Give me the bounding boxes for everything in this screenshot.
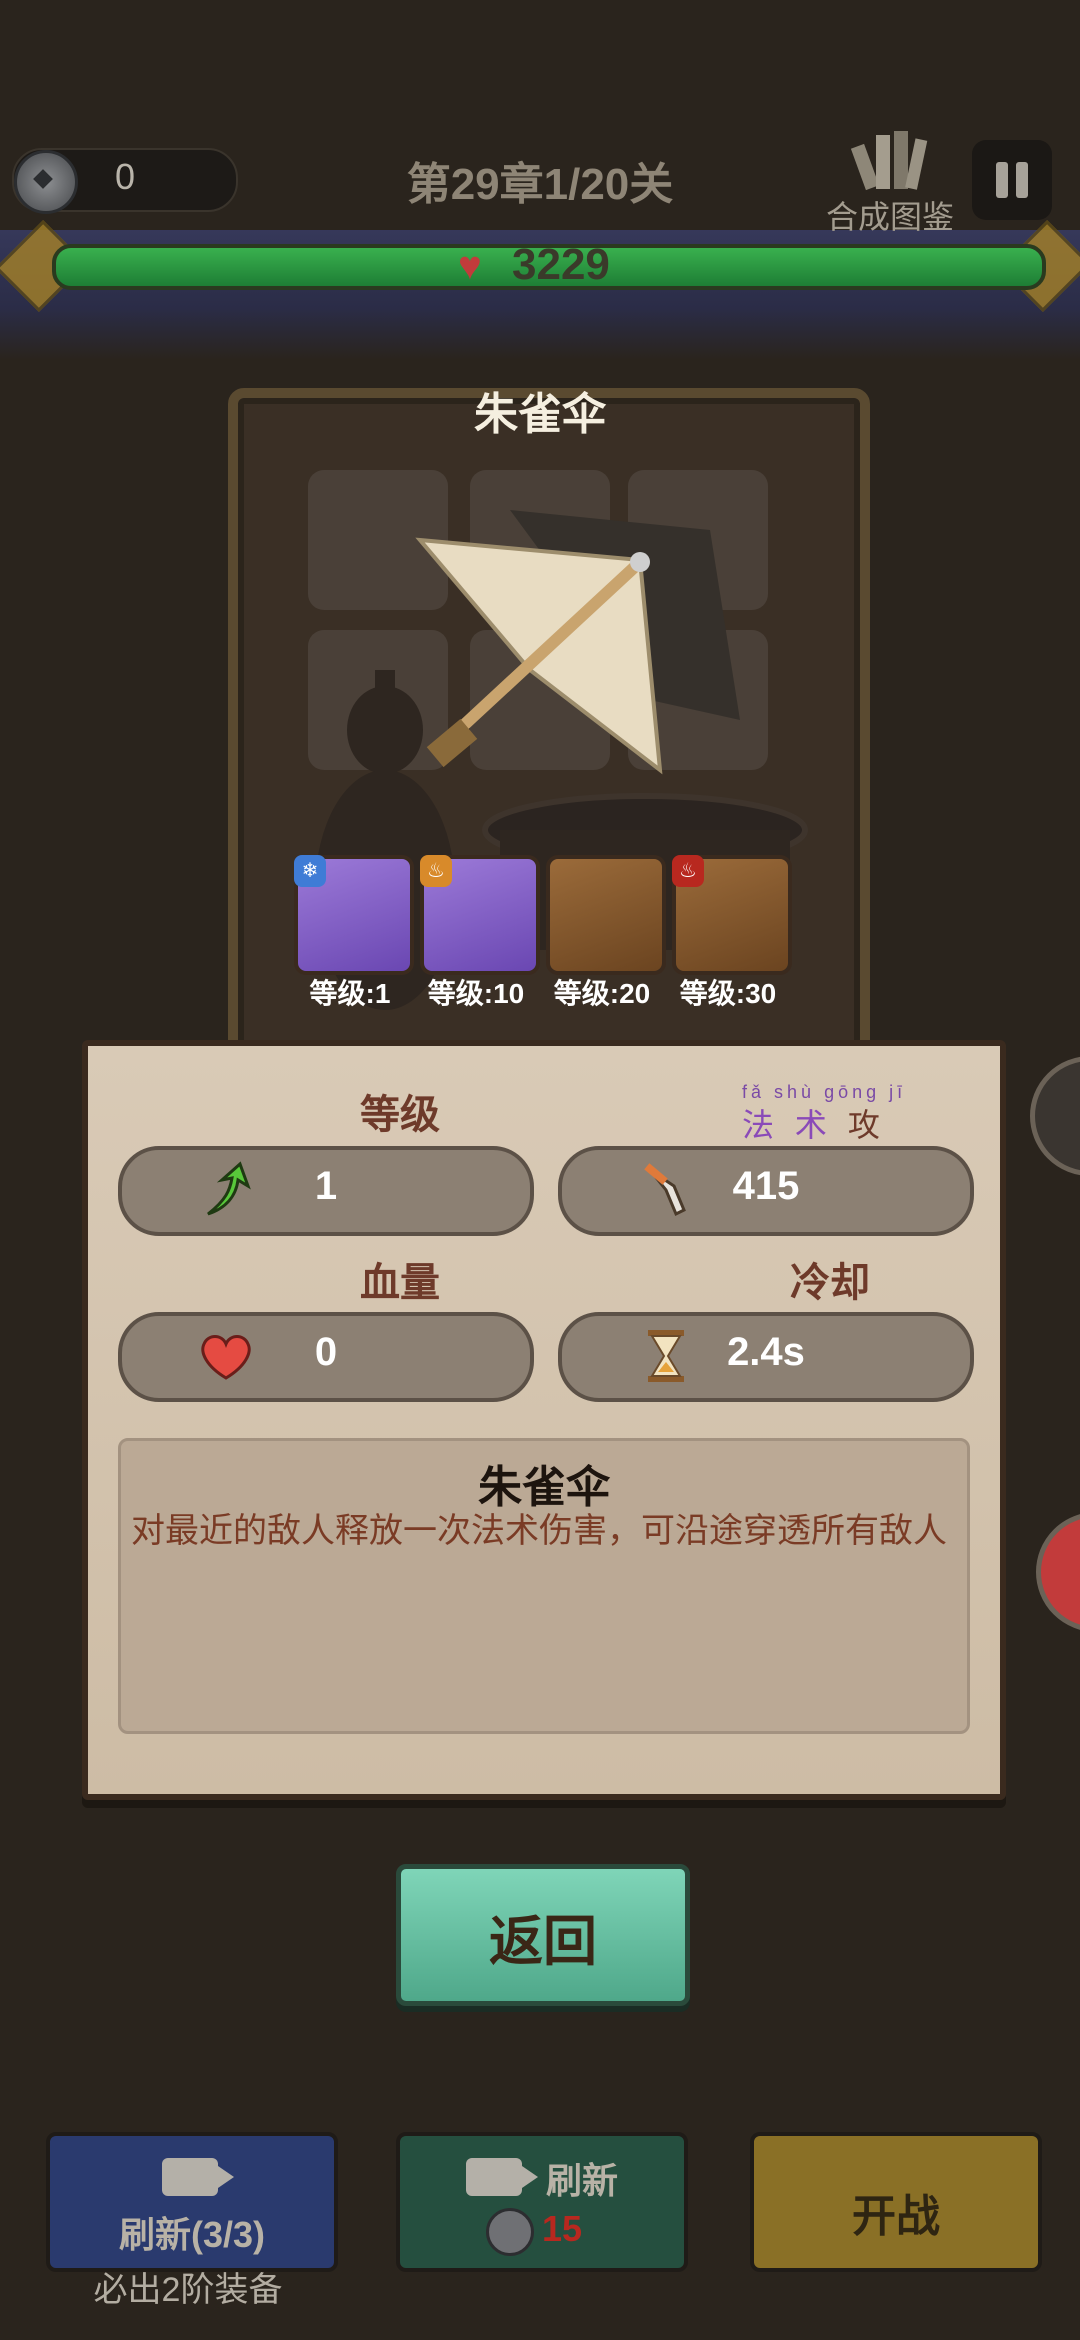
- video-ad-icon: [466, 2158, 538, 2196]
- cooldown-stat: 2.4s: [558, 1312, 974, 1402]
- coin-icon: [14, 150, 78, 214]
- pause-button[interactable]: [972, 140, 1052, 220]
- refresh-free-label: 刷新(3/3): [118, 2214, 266, 2255]
- flame-icon: ♨: [672, 855, 704, 887]
- hp-stat-label: 血量: [360, 1261, 440, 1305]
- game-screen: 0 第29章1/20关 合成图鉴 ♥ 3229 朱雀伞 ❄ ♨ ♨ 等级:1 等…: [0, 0, 1080, 2340]
- item-name: 朱雀伞: [474, 390, 606, 439]
- side-bubble-button[interactable]: [1030, 1056, 1080, 1176]
- pause-icon: [996, 162, 1008, 198]
- codex-button[interactable]: 合成图鉴: [820, 120, 960, 235]
- level-label: 等级:20: [553, 978, 651, 1009]
- attack-value: 415: [732, 1164, 800, 1208]
- cooldown-stat-label: 冷却: [790, 1261, 870, 1305]
- codex-label: 合成图鉴: [825, 199, 954, 235]
- side-event-button[interactable]: [1036, 1512, 1080, 1632]
- level-badge-1[interactable]: ❄: [294, 855, 414, 975]
- return-button[interactable]: 返回: [396, 1864, 690, 2006]
- start-battle-label: 开战: [852, 2192, 940, 2241]
- hp-stat: 0: [118, 1312, 534, 1402]
- hp-value: 3229: [512, 240, 610, 289]
- refresh-free-button[interactable]: 刷新(3/3): [46, 2132, 338, 2272]
- level-badge-30[interactable]: ♨: [672, 855, 792, 975]
- level-badge-20[interactable]: [546, 855, 666, 975]
- coin-icon: [486, 2208, 534, 2256]
- level-badge-10[interactable]: ♨: [420, 855, 540, 975]
- books-icon: [850, 131, 928, 191]
- level-stat: 1: [118, 1146, 534, 1236]
- description-box: 朱雀伞 对最近的敌人释放一次法术伤害，可沿途穿透所有敌人: [118, 1438, 970, 1734]
- level-label: 等级:10: [427, 978, 525, 1009]
- level-label: 等级:30: [679, 978, 777, 1009]
- flame-icon: ♨: [420, 855, 452, 887]
- hp-stat-value: 0: [314, 1330, 338, 1374]
- ice-icon: ❄: [294, 855, 326, 887]
- return-button-label: 返回: [489, 1912, 597, 1972]
- level-value: 1: [314, 1164, 338, 1208]
- start-battle-button[interactable]: 开战: [750, 2132, 1042, 2272]
- description-text: 对最近的敌人释放一次法术伤害，可沿途穿透所有敌人: [131, 1512, 947, 1550]
- refresh-paid-label: 刷新: [546, 2160, 619, 2201]
- description-title: 朱雀伞: [478, 1463, 610, 1512]
- video-ad-icon: [162, 2158, 234, 2196]
- level-label: 等级:1: [309, 978, 391, 1009]
- vermilion-umbrella-icon: [415, 510, 740, 775]
- coin-count: 0: [115, 156, 136, 197]
- heart-icon: ♥: [458, 244, 482, 288]
- stage-title: 第29章1/20关: [406, 160, 674, 209]
- refresh-cost: 15: [542, 2208, 583, 2249]
- cooldown-value: 2.4s: [727, 1330, 805, 1374]
- refresh-paid-button[interactable]: 刷新 15: [396, 2132, 688, 2272]
- refresh-free-sublabel: 必出2阶装备: [93, 2271, 283, 2309]
- level-stat-label: 等级: [360, 1093, 440, 1137]
- attack-stat: 415: [558, 1146, 974, 1236]
